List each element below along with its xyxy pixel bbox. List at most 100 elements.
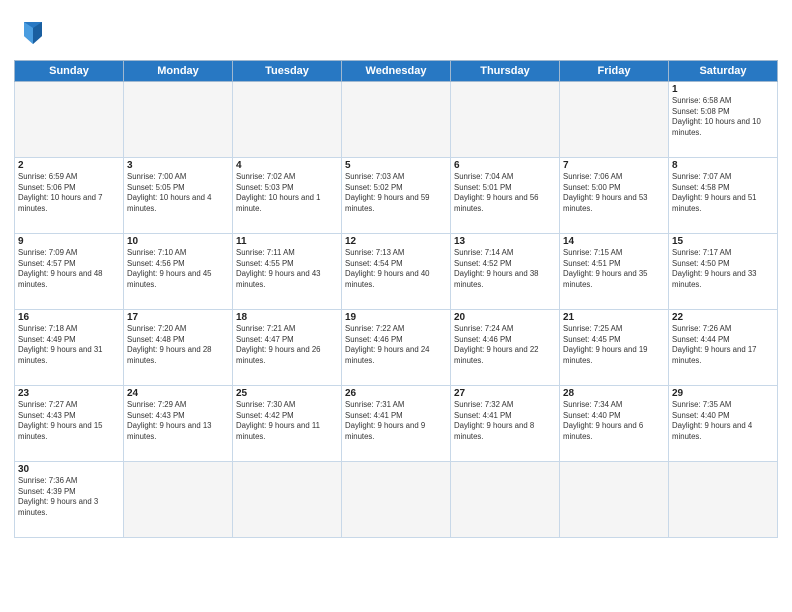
day-info: Sunrise: 7:36 AMSunset: 4:39 PMDaylight:…: [18, 476, 120, 518]
day-info: Sunrise: 7:22 AMSunset: 4:46 PMDaylight:…: [345, 324, 447, 366]
day-number: 20: [454, 312, 556, 323]
weekday-header-thursday: Thursday: [451, 61, 560, 82]
day-info: Sunrise: 7:31 AMSunset: 4:41 PMDaylight:…: [345, 400, 447, 442]
day-number: 12: [345, 236, 447, 247]
calendar-cell: 1Sunrise: 6:58 AMSunset: 5:08 PMDaylight…: [669, 82, 778, 158]
day-info: Sunrise: 7:11 AMSunset: 4:55 PMDaylight:…: [236, 248, 338, 290]
calendar-cell: 3Sunrise: 7:00 AMSunset: 5:05 PMDaylight…: [124, 158, 233, 234]
day-number: 24: [127, 388, 229, 399]
calendar-week-row: 23Sunrise: 7:27 AMSunset: 4:43 PMDayligh…: [15, 386, 778, 462]
day-info: Sunrise: 7:30 AMSunset: 4:42 PMDaylight:…: [236, 400, 338, 442]
day-number: 22: [672, 312, 774, 323]
calendar-cell: [451, 462, 560, 538]
calendar-cell: 2Sunrise: 6:59 AMSunset: 5:06 PMDaylight…: [15, 158, 124, 234]
calendar-cell: 10Sunrise: 7:10 AMSunset: 4:56 PMDayligh…: [124, 234, 233, 310]
day-number: 30: [18, 464, 120, 475]
calendar-cell: 25Sunrise: 7:30 AMSunset: 4:42 PMDayligh…: [233, 386, 342, 462]
calendar-cell: [560, 462, 669, 538]
calendar-cell: 16Sunrise: 7:18 AMSunset: 4:49 PMDayligh…: [15, 310, 124, 386]
day-info: Sunrise: 7:21 AMSunset: 4:47 PMDaylight:…: [236, 324, 338, 366]
day-number: 5: [345, 160, 447, 171]
day-number: 10: [127, 236, 229, 247]
day-info: Sunrise: 7:10 AMSunset: 4:56 PMDaylight:…: [127, 248, 229, 290]
weekday-header-friday: Friday: [560, 61, 669, 82]
calendar-week-row: 1Sunrise: 6:58 AMSunset: 5:08 PMDaylight…: [15, 82, 778, 158]
day-number: 23: [18, 388, 120, 399]
calendar-cell: 21Sunrise: 7:25 AMSunset: 4:45 PMDayligh…: [560, 310, 669, 386]
calendar-cell: 24Sunrise: 7:29 AMSunset: 4:43 PMDayligh…: [124, 386, 233, 462]
calendar-cell: [560, 82, 669, 158]
day-number: 8: [672, 160, 774, 171]
calendar: SundayMondayTuesdayWednesdayThursdayFrid…: [14, 60, 778, 538]
calendar-cell: [669, 462, 778, 538]
day-info: Sunrise: 7:25 AMSunset: 4:45 PMDaylight:…: [563, 324, 665, 366]
day-info: Sunrise: 6:58 AMSunset: 5:08 PMDaylight:…: [672, 96, 774, 138]
day-info: Sunrise: 7:04 AMSunset: 5:01 PMDaylight:…: [454, 172, 556, 214]
day-number: 6: [454, 160, 556, 171]
calendar-cell: 28Sunrise: 7:34 AMSunset: 4:40 PMDayligh…: [560, 386, 669, 462]
day-info: Sunrise: 7:20 AMSunset: 4:48 PMDaylight:…: [127, 324, 229, 366]
day-number: 14: [563, 236, 665, 247]
day-number: 2: [18, 160, 120, 171]
calendar-cell: 15Sunrise: 7:17 AMSunset: 4:50 PMDayligh…: [669, 234, 778, 310]
calendar-cell: [124, 462, 233, 538]
calendar-week-row: 16Sunrise: 7:18 AMSunset: 4:49 PMDayligh…: [15, 310, 778, 386]
day-number: 21: [563, 312, 665, 323]
day-number: 26: [345, 388, 447, 399]
calendar-cell: 17Sunrise: 7:20 AMSunset: 4:48 PMDayligh…: [124, 310, 233, 386]
calendar-cell: 4Sunrise: 7:02 AMSunset: 5:03 PMDaylight…: [233, 158, 342, 234]
calendar-week-row: 2Sunrise: 6:59 AMSunset: 5:06 PMDaylight…: [15, 158, 778, 234]
day-info: Sunrise: 7:14 AMSunset: 4:52 PMDaylight:…: [454, 248, 556, 290]
calendar-cell: 12Sunrise: 7:13 AMSunset: 4:54 PMDayligh…: [342, 234, 451, 310]
calendar-cell: 26Sunrise: 7:31 AMSunset: 4:41 PMDayligh…: [342, 386, 451, 462]
calendar-cell: 20Sunrise: 7:24 AMSunset: 4:46 PMDayligh…: [451, 310, 560, 386]
day-number: 11: [236, 236, 338, 247]
day-number: 18: [236, 312, 338, 323]
calendar-cell: 18Sunrise: 7:21 AMSunset: 4:47 PMDayligh…: [233, 310, 342, 386]
calendar-cell: 9Sunrise: 7:09 AMSunset: 4:57 PMDaylight…: [15, 234, 124, 310]
calendar-week-row: 30Sunrise: 7:36 AMSunset: 4:39 PMDayligh…: [15, 462, 778, 538]
calendar-cell: 30Sunrise: 7:36 AMSunset: 4:39 PMDayligh…: [15, 462, 124, 538]
day-info: Sunrise: 7:24 AMSunset: 4:46 PMDaylight:…: [454, 324, 556, 366]
day-info: Sunrise: 7:26 AMSunset: 4:44 PMDaylight:…: [672, 324, 774, 366]
day-number: 15: [672, 236, 774, 247]
calendar-cell: 19Sunrise: 7:22 AMSunset: 4:46 PMDayligh…: [342, 310, 451, 386]
calendar-cell: 11Sunrise: 7:11 AMSunset: 4:55 PMDayligh…: [233, 234, 342, 310]
day-number: 4: [236, 160, 338, 171]
calendar-cell: 5Sunrise: 7:03 AMSunset: 5:02 PMDaylight…: [342, 158, 451, 234]
day-info: Sunrise: 7:07 AMSunset: 4:58 PMDaylight:…: [672, 172, 774, 214]
day-number: 28: [563, 388, 665, 399]
day-info: Sunrise: 7:18 AMSunset: 4:49 PMDaylight:…: [18, 324, 120, 366]
day-number: 9: [18, 236, 120, 247]
day-number: 29: [672, 388, 774, 399]
calendar-cell: [233, 82, 342, 158]
day-number: 25: [236, 388, 338, 399]
day-info: Sunrise: 7:09 AMSunset: 4:57 PMDaylight:…: [18, 248, 120, 290]
day-number: 19: [345, 312, 447, 323]
day-number: 1: [672, 84, 774, 95]
day-info: Sunrise: 7:34 AMSunset: 4:40 PMDaylight:…: [563, 400, 665, 442]
calendar-cell: 27Sunrise: 7:32 AMSunset: 4:41 PMDayligh…: [451, 386, 560, 462]
weekday-header-tuesday: Tuesday: [233, 61, 342, 82]
day-info: Sunrise: 7:29 AMSunset: 4:43 PMDaylight:…: [127, 400, 229, 442]
weekday-header-sunday: Sunday: [15, 61, 124, 82]
day-number: 13: [454, 236, 556, 247]
calendar-cell: [15, 82, 124, 158]
day-number: 7: [563, 160, 665, 171]
calendar-cell: [342, 82, 451, 158]
calendar-cell: [233, 462, 342, 538]
day-info: Sunrise: 7:35 AMSunset: 4:40 PMDaylight:…: [672, 400, 774, 442]
calendar-cell: 7Sunrise: 7:06 AMSunset: 5:00 PMDaylight…: [560, 158, 669, 234]
day-info: Sunrise: 7:17 AMSunset: 4:50 PMDaylight:…: [672, 248, 774, 290]
calendar-cell: 14Sunrise: 7:15 AMSunset: 4:51 PMDayligh…: [560, 234, 669, 310]
day-number: 16: [18, 312, 120, 323]
calendar-cell: 22Sunrise: 7:26 AMSunset: 4:44 PMDayligh…: [669, 310, 778, 386]
calendar-cell: [451, 82, 560, 158]
day-info: Sunrise: 7:03 AMSunset: 5:02 PMDaylight:…: [345, 172, 447, 214]
day-info: Sunrise: 7:02 AMSunset: 5:03 PMDaylight:…: [236, 172, 338, 214]
calendar-cell: 29Sunrise: 7:35 AMSunset: 4:40 PMDayligh…: [669, 386, 778, 462]
day-info: Sunrise: 7:13 AMSunset: 4:54 PMDaylight:…: [345, 248, 447, 290]
logo: [14, 14, 56, 52]
day-info: Sunrise: 7:00 AMSunset: 5:05 PMDaylight:…: [127, 172, 229, 214]
page-header: [14, 10, 778, 52]
